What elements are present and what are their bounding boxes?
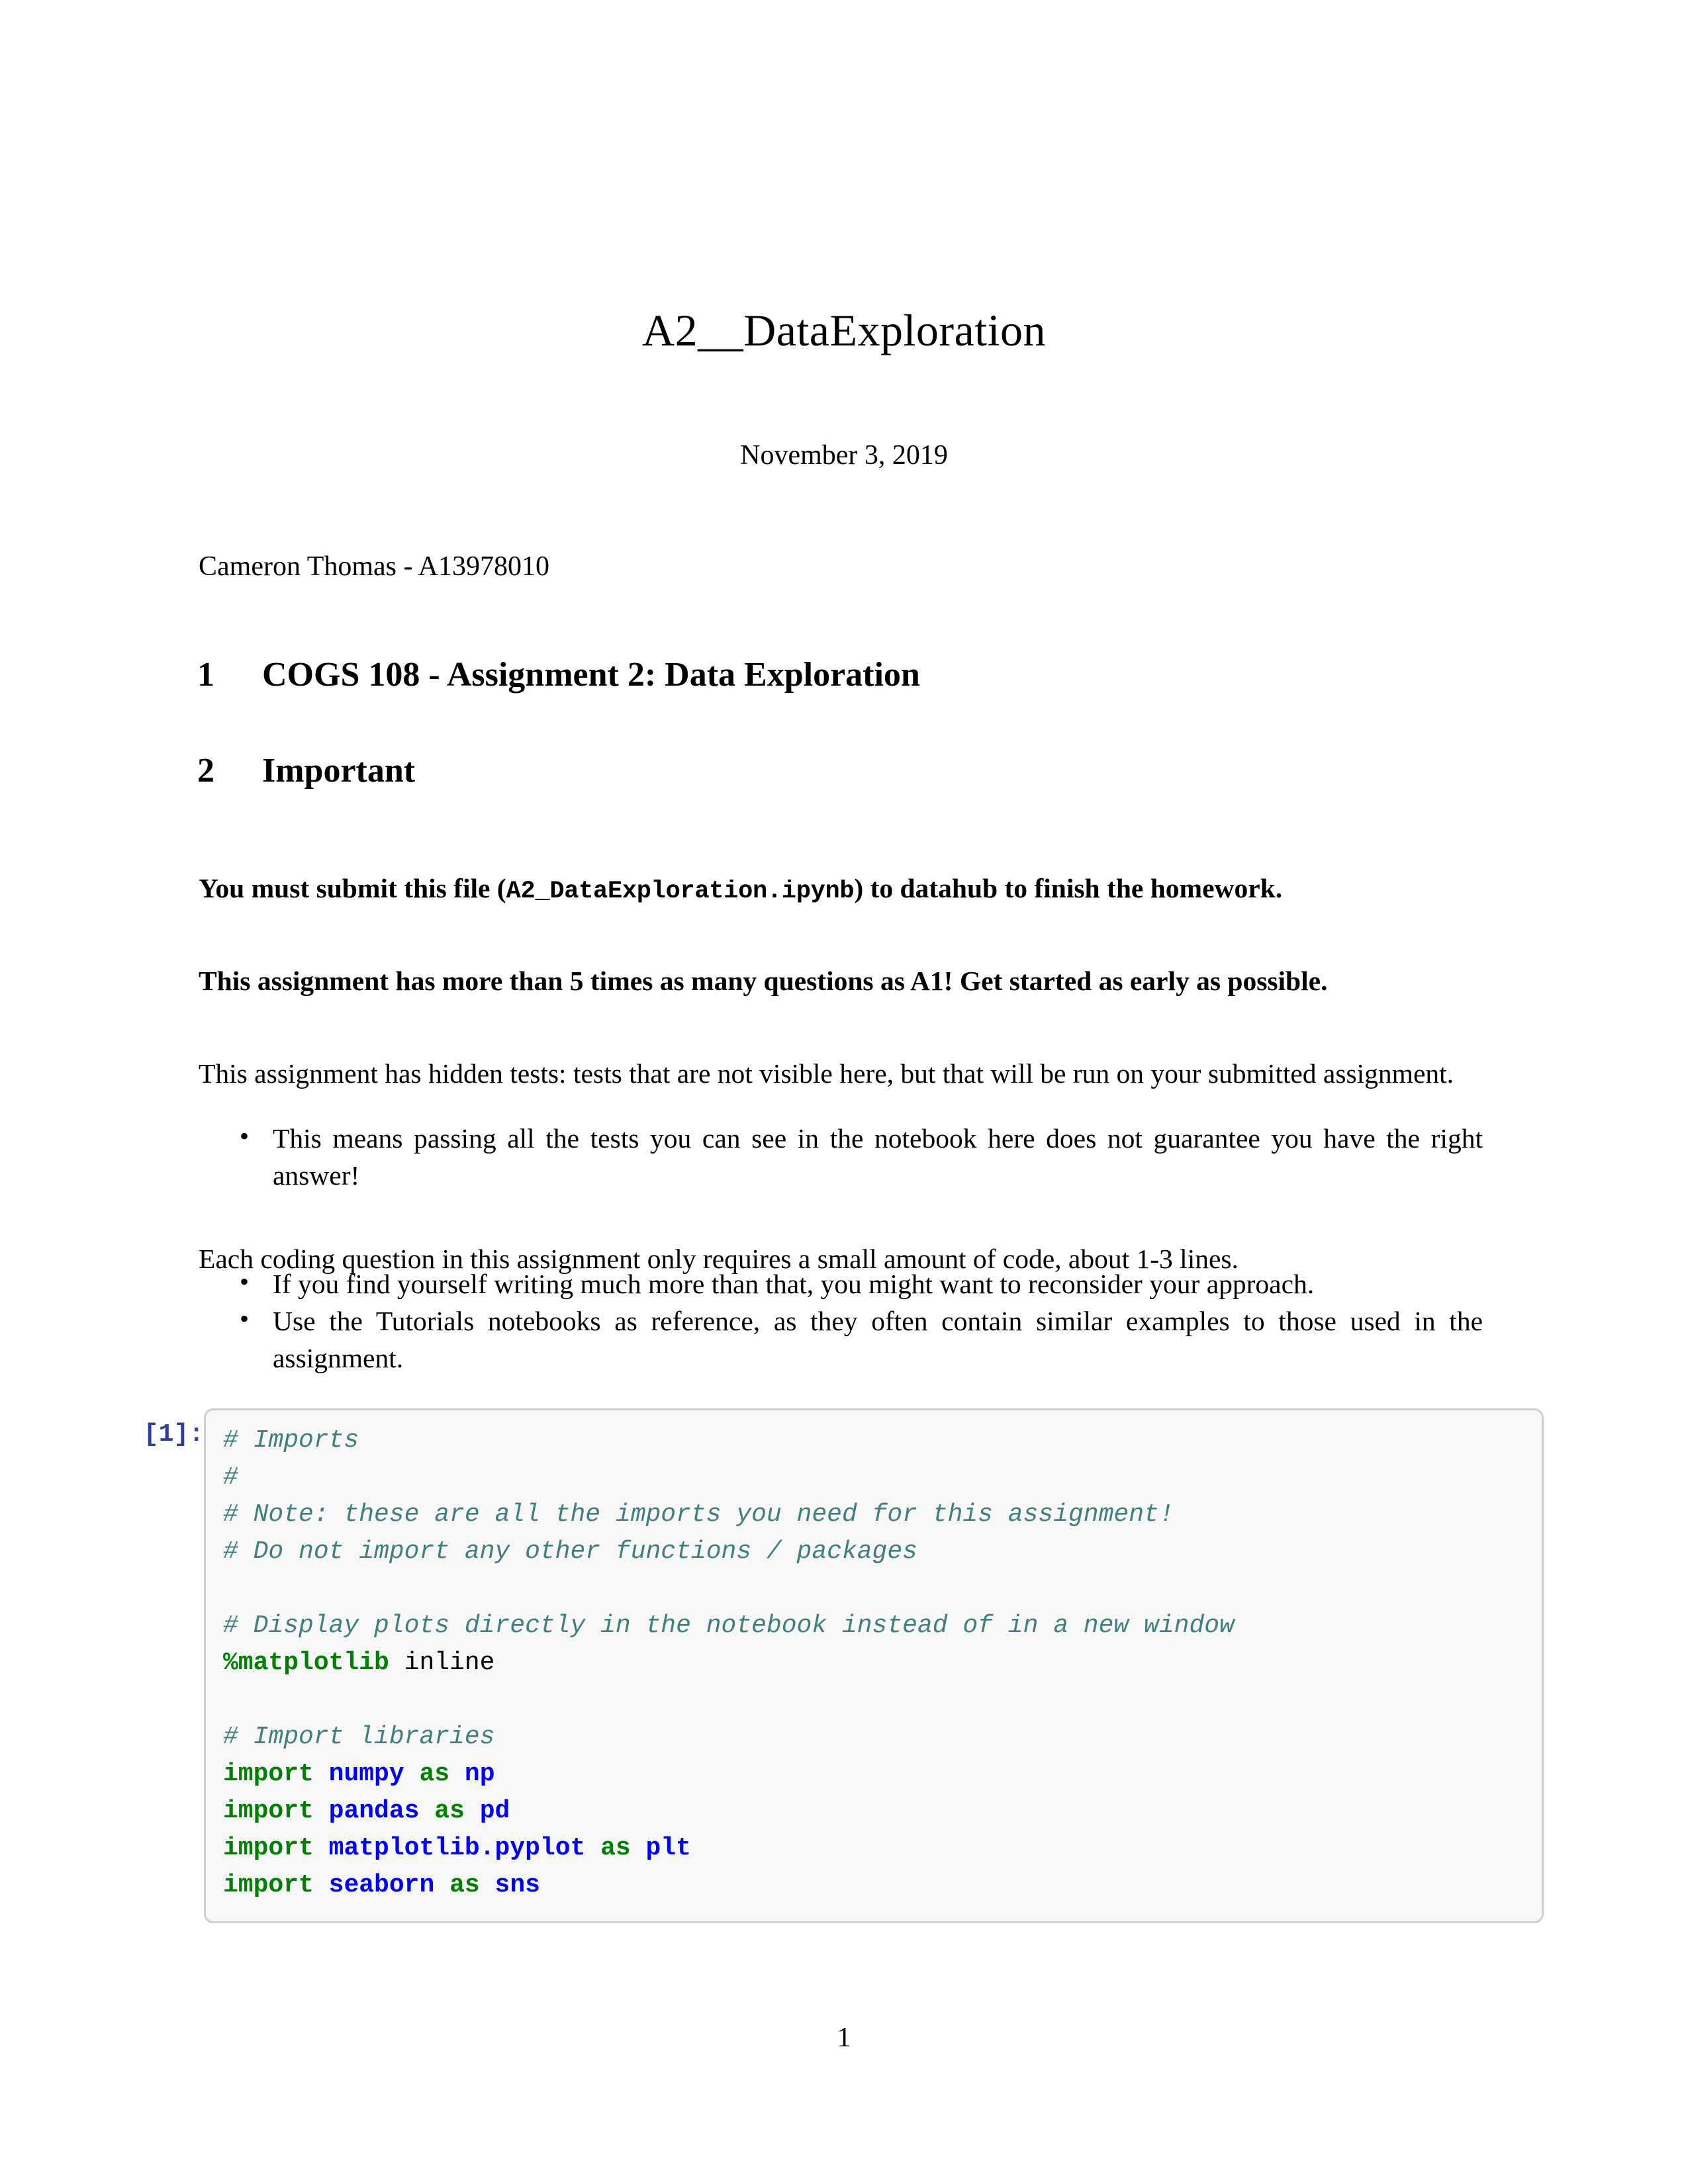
code-token: as xyxy=(449,1871,480,1899)
section-number-2: 2 xyxy=(197,752,214,790)
section-title-2: Important xyxy=(262,752,416,790)
section-number-1: 1 xyxy=(197,656,214,694)
code-cell-input-area[interactable]: # Imports # # Note: these are all the im… xyxy=(204,1408,1544,1923)
document-page: A2__DataExploration November 3, 2019 Cam… xyxy=(0,0,1688,2184)
code-source[interactable]: # Imports # # Note: these are all the im… xyxy=(223,1422,1524,1904)
document-date: November 3, 2019 xyxy=(740,440,948,471)
section-heading-1: 1 COGS 108 - Assignment 2: Data Explorati… xyxy=(197,655,920,694)
document-title: A2__DataExploration xyxy=(641,305,1046,355)
list-item: This means passing all the tests you can… xyxy=(199,1118,1483,1194)
code-cell-prompt-label: [1]: xyxy=(143,1420,204,1449)
submit-text-after: ) to datahub to finish the homework. xyxy=(854,872,1283,903)
code-token: plt xyxy=(645,1834,691,1862)
code-token: # xyxy=(223,1463,238,1492)
code-token: seaborn xyxy=(328,1871,435,1899)
code-token: import xyxy=(223,1760,314,1788)
code-token: numpy xyxy=(328,1760,404,1788)
code-token: # Note: these are all the imports you ne… xyxy=(223,1500,1174,1529)
list-item: Use the Tutorials notebooks as reference… xyxy=(199,1300,1483,1377)
code-token: sns xyxy=(494,1871,540,1899)
code-token: # Display plots directly in the notebook… xyxy=(223,1612,1235,1640)
code-token: as xyxy=(419,1760,450,1788)
code-token: import xyxy=(223,1834,314,1862)
submit-text-before: You must submit this file ( xyxy=(199,872,506,903)
section-title-1: COGS 108 - Assignment 2: Data Exploratio… xyxy=(262,656,920,694)
code-token: import xyxy=(223,1871,314,1899)
code-token: inline xyxy=(389,1649,495,1677)
section-heading-2: 2 Important xyxy=(197,751,415,790)
code-token: as xyxy=(434,1797,465,1825)
bullet-list-tips: If you find yourself writing much more t… xyxy=(199,1263,1483,1377)
document-author: Cameron Thomas - A13978010 xyxy=(199,551,550,582)
code-token: # Imports xyxy=(223,1426,359,1455)
code-token: # Do not import any other functions / pa… xyxy=(223,1537,917,1566)
code-token: pandas xyxy=(328,1797,420,1825)
code-token: import xyxy=(223,1797,314,1825)
code-token: pd xyxy=(479,1797,510,1825)
paragraph-submit-notice: You must submit this file (A2_DataExplor… xyxy=(199,870,1483,910)
code-token: %matplotlib xyxy=(223,1649,389,1677)
bullet-list-hidden-tests: This means passing all the tests you can… xyxy=(199,1118,1483,1194)
paragraph-question-count: This assignment has more than 5 times as… xyxy=(199,965,1328,996)
list-item: If you find yourself writing much more t… xyxy=(199,1263,1483,1302)
code-token: np xyxy=(464,1760,495,1788)
code-token: as xyxy=(600,1834,631,1862)
code-token: # Import libraries xyxy=(223,1723,495,1751)
page-number: 1 xyxy=(837,2023,851,2053)
code-token: matplotlib.pyplot xyxy=(328,1834,586,1862)
paragraph-hidden-tests: This assignment has hidden tests: tests … xyxy=(199,1058,1454,1089)
inline-code-filename: A2_DataExploration.ipynb xyxy=(506,877,855,905)
